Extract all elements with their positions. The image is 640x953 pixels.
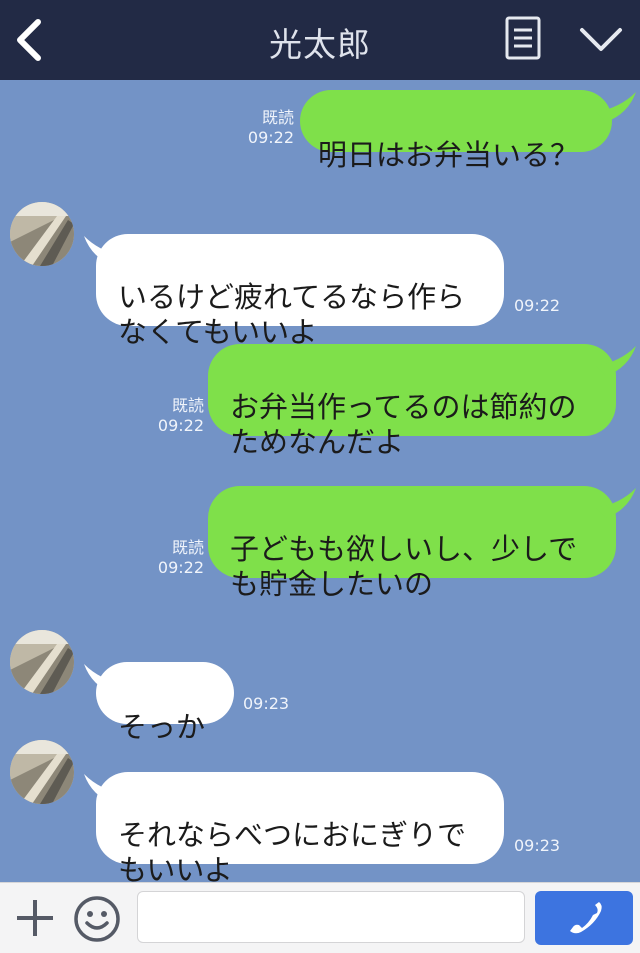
avatar-image bbox=[10, 630, 74, 694]
add-button[interactable] bbox=[14, 897, 56, 939]
message-text: お弁当作ってるのは節約の ためなんだよ bbox=[230, 390, 577, 459]
message-bubble[interactable]: 子どもも欲しいし、少しで も貯金したいの bbox=[208, 486, 616, 601]
message-text: そっか bbox=[118, 710, 206, 744]
avatar[interactable] bbox=[10, 630, 74, 694]
avatar[interactable] bbox=[10, 740, 74, 804]
chat-header: 光太郎 bbox=[0, 0, 640, 80]
call-button[interactable] bbox=[535, 891, 633, 945]
message-text: いるけど疲れてるなら作ら なくてもいいよ bbox=[118, 280, 466, 349]
message-status: 既読 09:22 bbox=[230, 108, 294, 148]
menu-button[interactable] bbox=[500, 16, 546, 62]
list-icon bbox=[505, 16, 541, 60]
message-bubble[interactable]: それならべつにおにぎりで もいいよ bbox=[96, 772, 504, 887]
expand-button[interactable] bbox=[576, 22, 626, 58]
avatar[interactable] bbox=[10, 202, 74, 266]
message-bubble[interactable]: いるけど疲れてるなら作ら なくてもいいよ bbox=[96, 234, 504, 349]
message-text: 明日はお弁当いる？ bbox=[318, 138, 580, 172]
message-status: 既読 09:22 bbox=[140, 396, 204, 436]
message-time: 09:23 bbox=[243, 694, 290, 713]
message-text: 子どもも欲しいし、少しで も貯金したいの bbox=[230, 532, 578, 601]
plus-icon bbox=[17, 900, 53, 936]
chevron-down-icon bbox=[580, 28, 622, 51]
input-bar bbox=[0, 882, 640, 953]
bubble-tail bbox=[596, 488, 636, 518]
emoji-button[interactable] bbox=[73, 895, 121, 943]
bubble-tail bbox=[596, 92, 636, 122]
message-bubble[interactable]: お弁当作ってるのは節約の ためなんだよ bbox=[208, 344, 616, 459]
read-receipt: 既読 bbox=[171, 396, 204, 415]
bubble-tail bbox=[596, 346, 636, 376]
message-time: 09:22 bbox=[157, 558, 204, 577]
message-time: 09:23 bbox=[514, 836, 561, 855]
smiley-icon bbox=[74, 896, 120, 942]
message-text: それならべつにおにぎりで もいいよ bbox=[118, 818, 467, 887]
message-bubble[interactable]: 明日はお弁当いる？ bbox=[300, 90, 612, 172]
message-time: 09:22 bbox=[514, 296, 561, 315]
message-bubble[interactable]: そっか bbox=[96, 662, 234, 744]
read-receipt: 既読 bbox=[171, 538, 204, 557]
message-time: 09:22 bbox=[157, 416, 204, 435]
read-receipt: 既読 bbox=[261, 108, 294, 127]
message-status: 既読 09:22 bbox=[140, 538, 204, 578]
chat-area[interactable]: 既読 09:22 明日はお弁当いる？ いるけど疲れてるなら作ら なくてもいいよ … bbox=[0, 80, 640, 887]
avatar-image bbox=[10, 740, 74, 804]
message-input[interactable] bbox=[137, 891, 525, 943]
message-time: 09:22 bbox=[247, 128, 294, 147]
avatar-image bbox=[10, 202, 74, 266]
phone-icon bbox=[570, 902, 602, 934]
